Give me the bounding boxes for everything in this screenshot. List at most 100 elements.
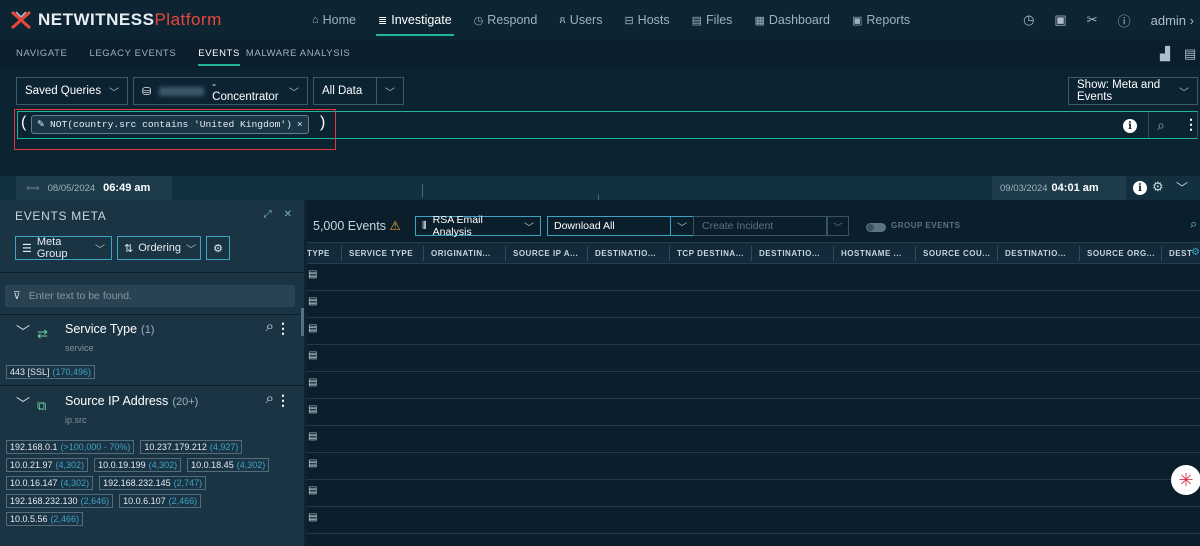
column-divider[interactable] xyxy=(669,246,670,261)
column-header[interactable]: SOURCE IP A... xyxy=(513,249,578,258)
table-row[interactable]: ▤ xyxy=(307,480,1200,507)
column-divider[interactable] xyxy=(751,246,752,261)
column-divider[interactable] xyxy=(1161,246,1162,261)
nav-investigate[interactable]: ≣ Investigate xyxy=(376,0,454,40)
event-reconstruction-icon[interactable]: ▤ xyxy=(308,431,317,442)
close-icon[interactable]: ✕ xyxy=(284,209,292,220)
data-range-chevron[interactable]: ﹀ xyxy=(376,77,404,105)
data-range-dropdown[interactable]: All Data xyxy=(313,77,377,105)
column-divider[interactable] xyxy=(587,246,588,261)
meta-value[interactable]: 10.0.16.147 (4,302) xyxy=(6,476,94,490)
saved-queries-dropdown[interactable]: Saved Queries ﹀ xyxy=(16,77,128,105)
meta-search-input[interactable]: ⊽ Enter text to be found. xyxy=(5,285,295,307)
netwitness-logo[interactable]: NETWITNESSPlatform xyxy=(10,10,222,30)
table-row[interactable]: ▤ xyxy=(307,453,1200,480)
search-icon[interactable]: ⌕ xyxy=(1148,112,1173,138)
meta-value[interactable]: 192.168.232.130 (2,646) xyxy=(6,494,114,508)
nav-users[interactable]: ጸ Users xyxy=(559,0,602,40)
column-header[interactable]: DESTINATIO... xyxy=(1005,249,1066,258)
nav-dashboard[interactable]: ▦ Dashboard xyxy=(754,0,830,40)
context-menu-fab[interactable]: ✳ xyxy=(1171,465,1200,495)
event-reconstruction-icon[interactable]: ▤ xyxy=(308,458,317,469)
more-options-icon[interactable]: ⋮ xyxy=(276,320,290,337)
timeline-info-icon[interactable]: i xyxy=(1133,181,1147,195)
show-meta-events-dropdown[interactable]: Show: Meta and Events ﹀ xyxy=(1068,77,1198,105)
group-events-toggle[interactable] xyxy=(866,223,886,232)
collapse-chevron-icon[interactable]: ﹀ xyxy=(16,322,30,342)
table-row[interactable]: ▤ xyxy=(307,291,1200,318)
table-row[interactable]: ▤ xyxy=(307,399,1200,426)
meta-value[interactable]: 192.168.232.145 (2,747) xyxy=(99,476,207,490)
download-chevron[interactable]: ﹀ xyxy=(670,216,694,236)
column-divider[interactable] xyxy=(423,246,424,261)
download-all-button[interactable]: Download All xyxy=(547,216,671,236)
nav-reports[interactable]: ▣ Reports xyxy=(852,0,910,40)
meta-settings-button[interactable]: ⚙ xyxy=(206,236,230,260)
table-row[interactable]: ▤ xyxy=(307,264,1200,291)
tab-events[interactable]: EVENTS xyxy=(198,48,240,66)
column-divider[interactable] xyxy=(833,246,834,261)
tab-malware-analysis[interactable]: MALWARE ANALYSIS xyxy=(246,48,350,59)
column-divider[interactable] xyxy=(1079,246,1080,261)
timeline[interactable]: ⟺ 08/05/2024 06:49 am 09/03/2024 04:01 a… xyxy=(0,176,1200,200)
create-incident-button[interactable]: Create Incident xyxy=(693,216,827,236)
column-header[interactable]: DEST xyxy=(1169,249,1192,258)
email-analysis-dropdown[interactable]: ⦀ RSA Email Analysis ﹀ xyxy=(415,214,541,238)
panel-toggle-icon[interactable]: ▤ xyxy=(1184,46,1196,62)
meta-value[interactable]: 10.0.5.56 (2,466) xyxy=(6,512,84,526)
expand-icon[interactable]: ⤢ xyxy=(264,209,272,220)
settings-gear-icon[interactable]: ⚙ xyxy=(1152,179,1164,195)
tab-legacy-events[interactable]: LEGACY EVENTS xyxy=(89,48,176,59)
event-reconstruction-icon[interactable]: ▤ xyxy=(308,296,317,307)
user-menu[interactable]: admin › xyxy=(1151,13,1194,28)
tab-navigate[interactable]: NAVIGATE xyxy=(16,48,67,59)
meta-value[interactable]: 10.0.19.199 (4,302) xyxy=(94,458,182,472)
column-header[interactable]: DESTINATIO... xyxy=(595,249,656,258)
column-header[interactable]: SERVICE TYPE xyxy=(349,249,413,258)
search-icon[interactable]: ⌕ xyxy=(266,318,274,335)
column-settings-icon[interactable]: ⚙ xyxy=(1191,247,1200,258)
ordering-button[interactable]: ⇅ Ordering ﹀ xyxy=(117,236,201,260)
column-divider[interactable] xyxy=(505,246,506,261)
create-incident-chevron[interactable]: ﹀ xyxy=(827,216,849,236)
collapse-chevron-icon[interactable]: ﹀ xyxy=(16,394,30,414)
timer-icon[interactable]: ◷ xyxy=(1023,12,1034,28)
timeline-end[interactable]: 09/03/2024 04:01 am xyxy=(992,176,1126,200)
more-options-icon[interactable]: ⋮ xyxy=(276,392,290,409)
tools-icon[interactable]: ✂ xyxy=(1087,12,1098,28)
event-reconstruction-icon[interactable]: ▤ xyxy=(308,404,317,415)
meta-group-name[interactable]: Service Type (1) xyxy=(65,322,154,336)
column-header[interactable]: SOURCE ORG... xyxy=(1087,249,1155,258)
query-info-icon[interactable]: i xyxy=(1123,119,1137,133)
event-reconstruction-icon[interactable]: ▤ xyxy=(308,269,317,280)
table-row[interactable]: ▤ xyxy=(307,345,1200,372)
drag-handle-icon[interactable]: ⟺ xyxy=(26,183,40,194)
help-icon[interactable]: ⓘ xyxy=(1118,11,1131,30)
notes-icon[interactable]: ▣ xyxy=(1054,12,1066,28)
service-dropdown[interactable]: ⛁ - Concentrator ﹀ xyxy=(133,77,308,105)
column-divider[interactable] xyxy=(915,246,916,261)
chevron-down-icon[interactable]: ﹀ xyxy=(1176,179,1188,196)
meta-group-button[interactable]: ☰ Meta Group ﹀ xyxy=(15,236,112,260)
column-header[interactable]: TYPE xyxy=(307,249,330,258)
chart-toggle-icon[interactable]: ▟ xyxy=(1160,46,1170,62)
table-row[interactable]: ▤ xyxy=(307,372,1200,399)
column-header[interactable]: ORIGINATIN... xyxy=(431,249,491,258)
nav-respond[interactable]: ◷ Respond xyxy=(474,0,538,40)
column-header[interactable]: HOSTNAME ... xyxy=(841,249,902,258)
event-reconstruction-icon[interactable]: ▤ xyxy=(308,377,317,388)
column-header[interactable]: SOURCE COU... xyxy=(923,249,990,258)
table-row[interactable]: ▤ xyxy=(307,318,1200,345)
column-divider[interactable] xyxy=(997,246,998,261)
column-header[interactable]: TCP DESTINA... xyxy=(677,249,744,258)
table-row[interactable]: ▤ xyxy=(307,507,1200,534)
event-reconstruction-icon[interactable]: ▤ xyxy=(308,323,317,334)
column-divider[interactable] xyxy=(341,246,342,261)
event-reconstruction-icon[interactable]: ▤ xyxy=(308,350,317,361)
meta-value[interactable]: 10.237.179.212 (4,927) xyxy=(140,440,243,454)
search-icon[interactable]: ⌕ xyxy=(266,390,274,407)
meta-value[interactable]: 10.0.21.97 (4,302) xyxy=(6,458,89,472)
meta-value[interactable]: 443 [SSL] (170,496) xyxy=(6,365,96,379)
meta-value[interactable]: 192.168.0.1 (>100,000 - 70%) xyxy=(6,440,135,454)
column-header[interactable]: DESTINATIO... xyxy=(759,249,820,258)
